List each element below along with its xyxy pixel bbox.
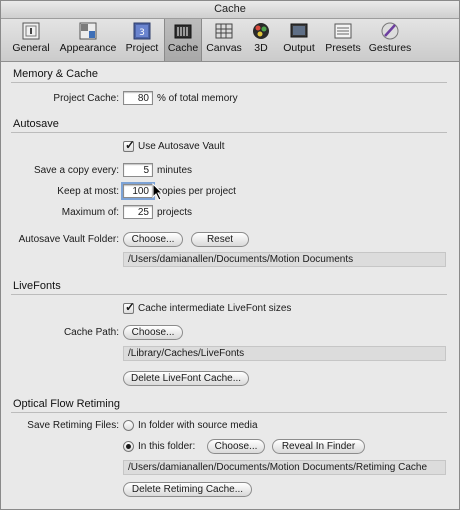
- use-autosave-vault-label: Use Autosave Vault: [138, 141, 225, 152]
- 3d-icon: [253, 23, 269, 39]
- tab-presets[interactable]: Presets: [323, 19, 363, 61]
- radio-selected-dot: [126, 444, 131, 449]
- project-cache-unit: % of total memory: [157, 93, 238, 104]
- autosave-heading: Autosave: [13, 118, 59, 130]
- tab-output[interactable]: Output: [279, 19, 319, 61]
- maximum-of-label: Maximum of:: [61, 207, 119, 218]
- divider: [11, 132, 447, 133]
- canvas-icon: [215, 23, 233, 39]
- keep-at-most-field[interactable]: 100: [121, 182, 155, 200]
- tab-project[interactable]: 3 Project: [121, 19, 163, 61]
- divider: [11, 294, 447, 295]
- output-icon: [290, 23, 308, 38]
- radio-source-media[interactable]: [123, 420, 134, 431]
- tab-canvas[interactable]: Canvas: [204, 19, 244, 61]
- keep-at-most-unit: copies per project: [157, 186, 236, 197]
- mouse-pointer-icon: [152, 183, 164, 201]
- svg-text:3: 3: [139, 28, 145, 38]
- maximum-of-field[interactable]: 25: [123, 205, 153, 219]
- toolbar: General Appearance 3 Project Cache Canva…: [1, 19, 459, 62]
- tab-general[interactable]: General: [7, 19, 55, 61]
- delete-retiming-cache-button[interactable]: Delete Retiming Cache...: [123, 482, 252, 497]
- cache-icon: [174, 24, 192, 39]
- retiming-choose-button[interactable]: Choose...: [207, 439, 265, 454]
- cache-panel: Memory & Cache Project Cache: 80 % of to…: [1, 62, 459, 509]
- save-copy-field[interactable]: 5: [123, 163, 153, 177]
- save-retiming-files-label: Save Retiming Files:: [27, 420, 119, 431]
- radio-this-folder[interactable]: [123, 441, 134, 452]
- vault-choose-button[interactable]: Choose...: [123, 232, 183, 247]
- tab-3d[interactable]: 3D: [247, 19, 275, 61]
- gestures-icon: [381, 22, 399, 40]
- checkmark-icon: ✓: [125, 300, 136, 314]
- use-autosave-vault-checkbox[interactable]: ✓: [123, 138, 136, 152]
- memory-cache-heading: Memory & Cache: [13, 68, 98, 80]
- preferences-window: Cache General Appearance 3 Project Cache…: [0, 0, 460, 510]
- cache-livefont-sizes-checkbox[interactable]: ✓: [123, 300, 136, 314]
- presets-icon: [334, 23, 352, 39]
- delete-livefont-cache-button[interactable]: Delete LiveFont Cache...: [123, 371, 249, 386]
- maximum-of-unit: projects: [157, 207, 193, 218]
- radio-this-folder-label: In this folder:: [138, 441, 196, 452]
- project-cache-field[interactable]: 80: [123, 91, 153, 105]
- window-title: Cache: [214, 3, 246, 15]
- keep-at-most-label: Keep at most:: [57, 186, 119, 197]
- tab-cache[interactable]: Cache: [164, 19, 202, 61]
- checkmark-icon: ✓: [125, 138, 136, 152]
- tab-appearance[interactable]: Appearance: [57, 19, 119, 61]
- reveal-in-finder-button[interactable]: Reveal In Finder: [272, 439, 365, 454]
- save-copy-label: Save a copy every:: [33, 165, 119, 176]
- livefonts-heading: LiveFonts: [13, 280, 61, 292]
- save-copy-unit: minutes: [157, 165, 193, 176]
- general-icon: [22, 22, 40, 40]
- cache-path-label: Cache Path:: [63, 327, 119, 338]
- optical-flow-retiming-heading: Optical Flow Retiming: [13, 398, 120, 410]
- title-bar: Cache: [1, 1, 459, 19]
- divider: [11, 412, 447, 413]
- tab-gestures[interactable]: Gestures: [367, 19, 413, 61]
- livefonts-cache-path: /Library/Caches/LiveFonts: [123, 346, 446, 361]
- divider: [11, 82, 447, 83]
- livefonts-choose-button[interactable]: Choose...: [123, 325, 183, 340]
- retiming-cache-path: /Users/damianallen/Documents/Motion Docu…: [123, 460, 446, 475]
- cache-livefont-sizes-label: Cache intermediate LiveFont sizes: [138, 303, 292, 314]
- radio-source-media-label: In folder with source media: [138, 420, 258, 431]
- vault-reset-button[interactable]: Reset: [191, 232, 249, 247]
- autosave-vault-path: /Users/damianallen/Documents/Motion Docu…: [123, 252, 446, 267]
- project-cache-label: Project Cache:: [53, 93, 119, 104]
- project-icon: 3: [133, 22, 151, 40]
- appearance-icon: [79, 22, 97, 40]
- autosave-vault-folder-label: Autosave Vault Folder:: [18, 234, 119, 245]
